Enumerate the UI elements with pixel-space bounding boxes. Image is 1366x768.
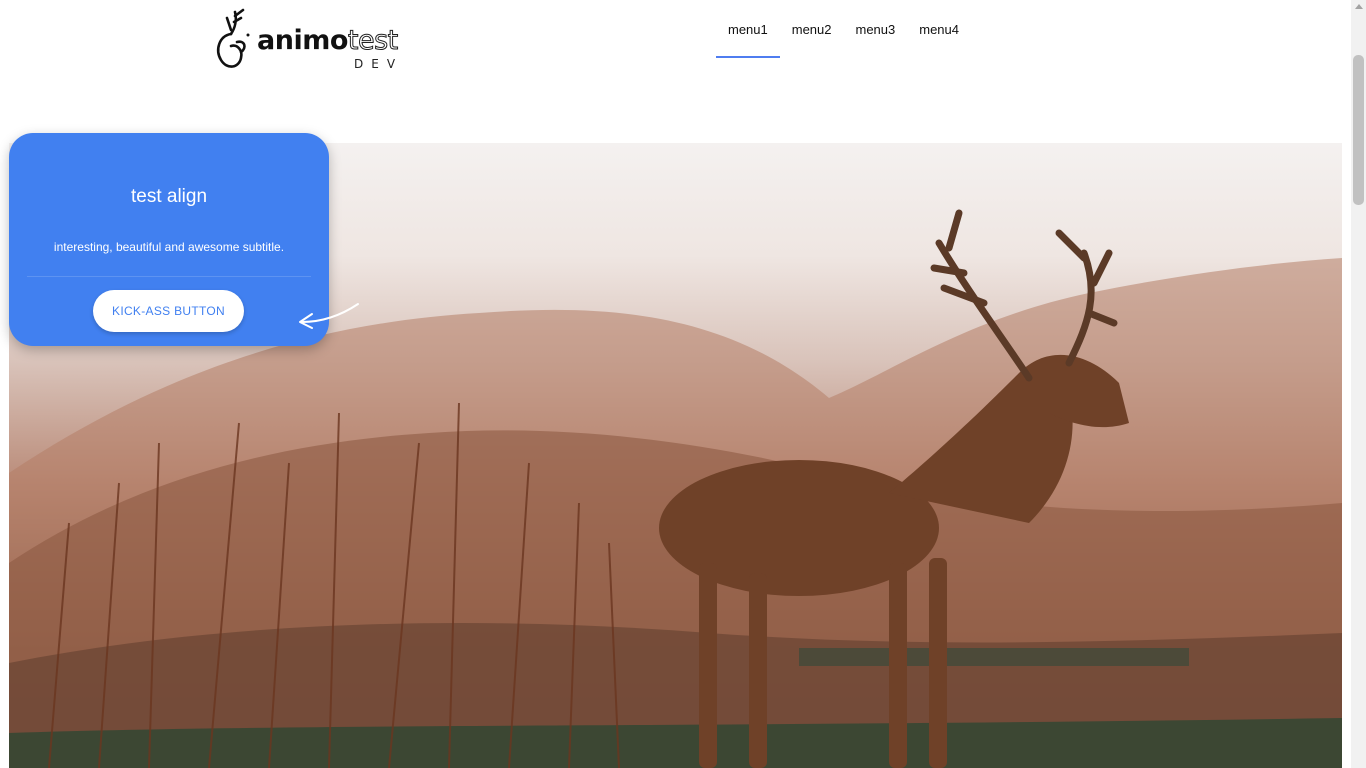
logo-wordmark-bold: animo xyxy=(257,25,348,56)
nav-item-menu1[interactable]: menu1 xyxy=(716,0,780,58)
scrollbar-thumb[interactable] xyxy=(1353,55,1364,205)
nav-item-menu3[interactable]: menu3 xyxy=(844,0,908,58)
vertical-scrollbar[interactable] xyxy=(1351,0,1366,768)
logo-wordmark-outline: test xyxy=(347,25,398,56)
site-header: animotest DEV menu1 menu2 menu3 menu4 xyxy=(0,0,1351,100)
card-subtitle: interesting, beautiful and awesome subti… xyxy=(53,240,285,254)
logo-subtitle: DEV xyxy=(354,57,404,71)
card-divider xyxy=(27,276,311,277)
kick-ass-button[interactable]: KICK-ASS BUTTON xyxy=(93,290,244,332)
curved-arrow-left-icon xyxy=(299,303,359,329)
card-title: test align xyxy=(130,186,208,207)
logo-wordmark: animotest xyxy=(257,25,399,56)
nav-item-menu4[interactable]: menu4 xyxy=(907,0,971,58)
hero-card: test align interesting, beautiful and aw… xyxy=(9,133,329,346)
scroll-up-arrow-icon[interactable] xyxy=(1355,4,1363,9)
site-logo[interactable]: animotest DEV xyxy=(213,6,403,74)
main-nav: menu1 menu2 menu3 menu4 xyxy=(716,0,971,58)
nav-item-menu2[interactable]: menu2 xyxy=(780,0,844,58)
deer-antler-icon xyxy=(217,8,250,68)
page: animotest DEV menu1 menu2 menu3 menu4 te… xyxy=(0,0,1366,768)
